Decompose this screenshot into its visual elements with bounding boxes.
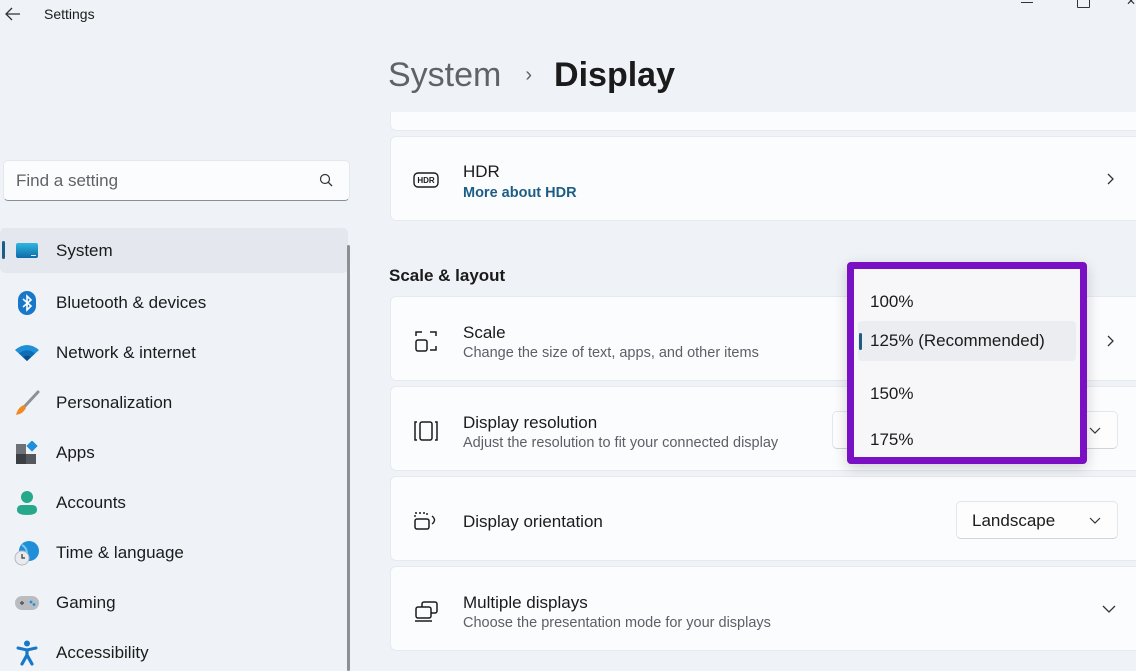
sidebar-nav: System Bluetooth & devices Network & int… [0,228,350,671]
previous-card [390,112,1136,131]
sidebar-item-personalization[interactable]: Personalization [0,378,350,428]
apps-icon [14,440,40,466]
gamepad-icon [14,590,40,616]
sidebar-item-apps[interactable]: Apps [0,428,350,478]
sidebar-item-label: Accessibility [56,643,149,662]
multiple-displays-card[interactable]: Multiple displays Choose the presentatio… [390,566,1136,651]
selected-indicator [859,333,862,350]
resolution-icon [413,418,439,444]
scale-option-175[interactable]: 175% [858,420,1076,460]
globe-clock-icon [14,540,40,566]
sidebar-item-bluetooth[interactable]: Bluetooth & devices [0,278,350,328]
sidebar-item-label: Network & internet [56,343,196,362]
title-bar: Settings ✕ [0,0,1136,30]
orientation-dropdown[interactable]: Landscape [956,501,1118,539]
person-icon [14,490,40,516]
chevron-right-icon: › [525,64,533,86]
maximize-button[interactable] [1074,0,1094,10]
sidebar-item-network[interactable]: Network & internet [0,328,350,378]
hdr-icon: HDR [413,167,439,193]
minimize-button[interactable] [1018,0,1038,10]
chevron-right-icon [1107,335,1114,347]
resolution-subtitle: Adjust the resolution to fit your connec… [463,435,779,451]
sidebar-item-label: Time & language [56,543,184,562]
search-icon[interactable] [319,173,333,187]
hdr-title: HDR [463,162,500,181]
scale-title: Scale [463,323,506,342]
app-title: Settings [44,6,95,22]
scale-icon [413,328,439,354]
resolution-title: Display resolution [463,413,598,432]
orientation-title: Display orientation [463,512,603,531]
wifi-icon [14,340,40,366]
sidebar-item-gaming[interactable]: Gaming [0,578,350,628]
accessibility-icon [14,640,40,666]
scale-option-125[interactable]: 125% (Recommended) [858,321,1076,361]
sidebar-item-accessibility[interactable]: Accessibility [0,628,350,671]
multiple-displays-icon [413,598,439,624]
close-icon: ✕ [1126,0,1136,8]
sidebar-scrollbar[interactable] [347,245,350,671]
sidebar-item-label: Personalization [56,393,173,412]
multiple-displays-title: Multiple displays [463,593,588,612]
breadcrumb-parent[interactable]: System [388,56,501,95]
monitor-icon [14,238,40,264]
sidebar-item-label: Gaming [56,593,116,612]
paintbrush-icon [14,390,40,416]
orientation-icon [413,507,439,533]
close-button[interactable]: ✕ [1126,0,1136,8]
search-box [3,160,350,201]
scale-subtitle: Change the size of text, apps, and other… [463,345,759,361]
active-indicator [2,241,5,259]
option-label: 175% [870,430,914,449]
sidebar-item-time-language[interactable]: Time & language [0,528,350,578]
option-label: 100% [870,292,914,311]
bluetooth-icon [14,290,40,316]
sidebar-item-system[interactable]: System [0,228,348,273]
chevron-down-icon[interactable] [1102,604,1116,614]
scale-option-150[interactable]: 150% [858,374,1076,414]
multiple-displays-subtitle: Choose the presentation mode for your di… [463,615,771,631]
sidebar-item-label: Apps [56,443,95,462]
arrow-left-icon [5,7,20,21]
chevron-down-icon [1089,427,1101,434]
breadcrumb: System › Display [388,56,675,95]
sidebar-item-label: Bluetooth & devices [56,293,207,312]
back-button[interactable] [2,3,24,25]
page-title: Display [554,56,675,94]
orientation-value: Landscape [972,511,1056,530]
scale-options-flyout: 100% 125% (Recommended) 150% 175% [847,262,1087,464]
option-label: 150% [870,384,914,403]
option-label: 125% (Recommended) [870,331,1045,350]
sidebar-item-accounts[interactable]: Accounts [0,478,350,528]
hdr-card[interactable]: HDR HDR More about HDR [390,136,1136,221]
svg-text:HDR: HDR [417,176,435,185]
more-about-hdr-link[interactable]: More about HDR [463,185,577,201]
scale-option-100[interactable]: 100% [858,282,1076,322]
chevron-down-icon [1089,517,1101,524]
section-heading: Scale & layout [389,266,506,285]
sidebar-item-label: Accounts [56,493,126,512]
chevron-right-icon [1107,173,1114,185]
search-input[interactable] [4,161,304,200]
sidebar-item-label: System [56,240,113,260]
